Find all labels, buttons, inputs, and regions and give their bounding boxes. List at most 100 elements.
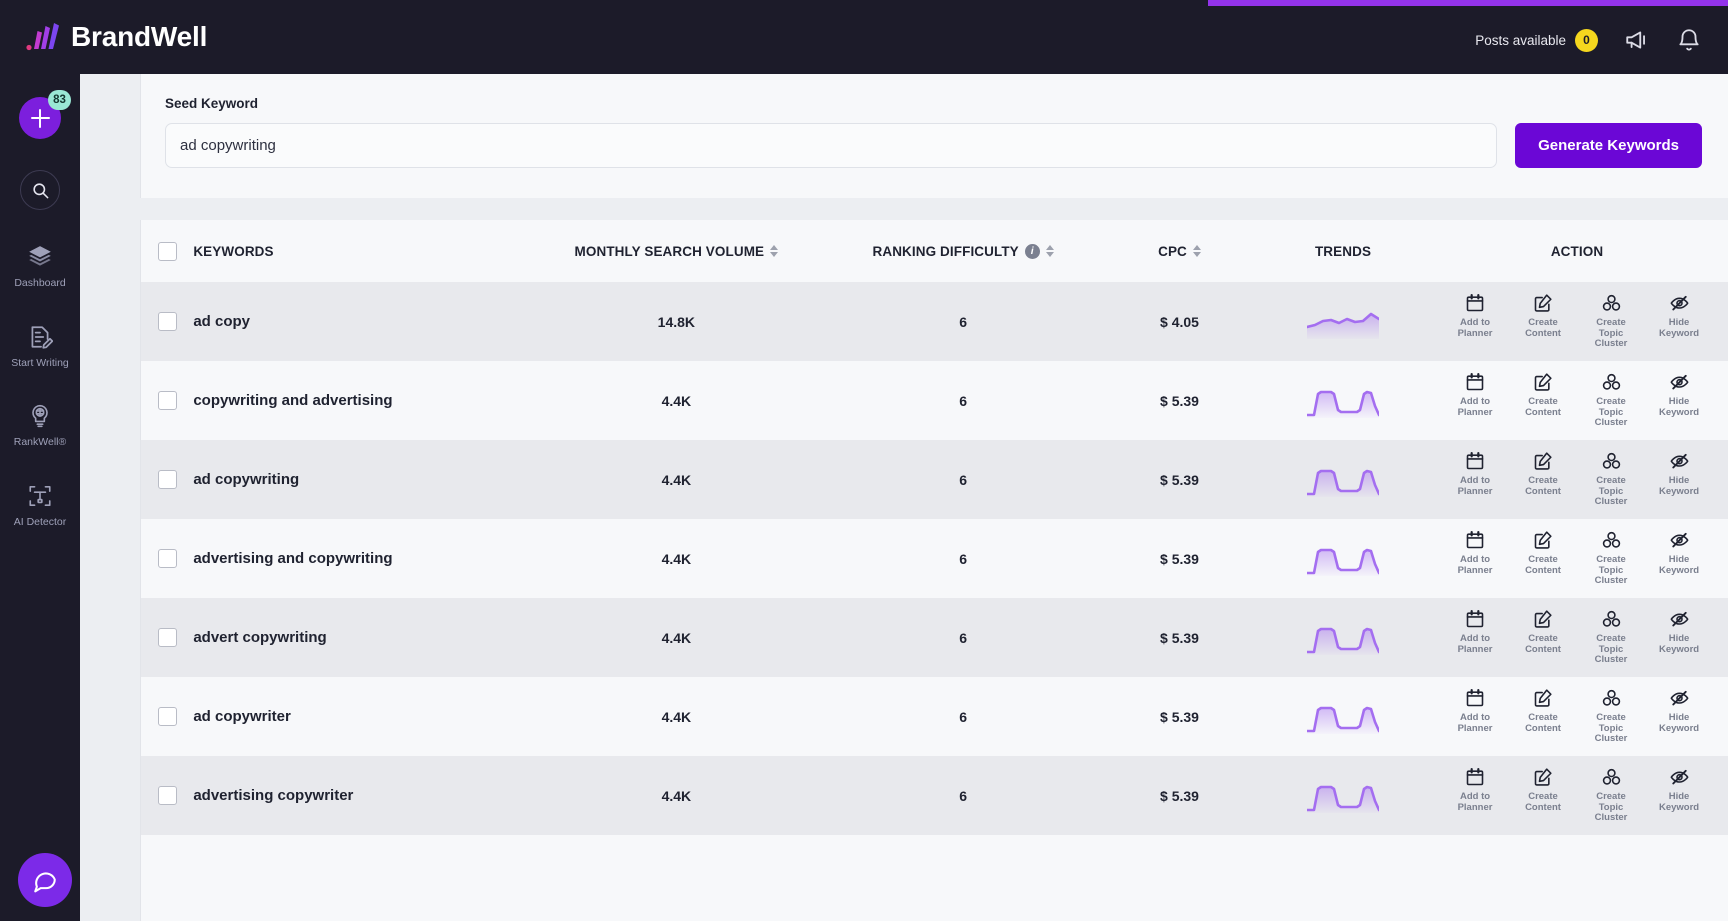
cell-actions: Add to Planner Create Content Create Topic… <box>1426 282 1728 361</box>
brand-name: BrandWell <box>71 21 208 52</box>
action-label: Create Content <box>1525 711 1561 734</box>
action-calendar[interactable]: Add to Planner <box>1449 688 1501 735</box>
action-eye-slash[interactable]: Hide Keyword <box>1653 293 1705 340</box>
action-calendar[interactable]: Add to Planner <box>1449 372 1501 419</box>
row-select-cell <box>141 361 194 440</box>
cell-keyword: advert copywriting <box>193 598 526 677</box>
table-row[interactable]: ad copywriter 4.4K 6 $ 5.39 Add to Planner Cr… <box>141 677 1728 756</box>
action-edit-square[interactable]: Create Content <box>1517 609 1569 656</box>
cell-trend <box>1260 282 1427 361</box>
row-checkbox[interactable] <box>157 707 177 726</box>
action-label: Create Topic Cluster <box>1594 395 1628 429</box>
sidebar-search-button[interactable] <box>20 170 60 210</box>
trend-sparkline <box>1307 390 1380 418</box>
action-label: Create Topic Cluster <box>1594 316 1628 350</box>
brand[interactable]: BrandWell <box>26 21 207 53</box>
bell-icon[interactable] <box>1676 27 1702 53</box>
topic-cluster-icon <box>1601 688 1622 708</box>
sidebar-item-ai-detector[interactable]: AI Detector <box>0 483 80 529</box>
action-edit-square[interactable]: Create Content <box>1517 372 1569 419</box>
column-header-difficulty[interactable]: RANKING DIFFICULTY i <box>827 220 1099 282</box>
row-checkbox[interactable] <box>157 312 177 331</box>
action-calendar[interactable]: Add to Planner <box>1449 451 1501 498</box>
cell-actions: Add to Planner Create Content Create Topic… <box>1426 598 1728 677</box>
cell-actions: Add to Planner Create Content Create Topic… <box>1426 519 1728 598</box>
generate-keywords-button[interactable]: Generate Keywords <box>1515 123 1702 168</box>
calendar-icon <box>1465 530 1485 550</box>
action-topic-cluster[interactable]: Create Topic Cluster <box>1585 451 1637 509</box>
action-eye-slash[interactable]: Hide Keyword <box>1653 688 1705 735</box>
action-eye-slash[interactable]: Hide Keyword <box>1653 530 1705 577</box>
action-calendar[interactable]: Add to Planner <box>1449 609 1501 656</box>
table-row[interactable]: advertising and copywriting 4.4K 6 $ 5.39 Ad… <box>141 519 1728 598</box>
cell-actions: Add to Planner Create Content Create Topic… <box>1426 756 1728 835</box>
action-eye-slash[interactable]: Hide Keyword <box>1653 609 1705 656</box>
action-label: Create Content <box>1525 395 1561 418</box>
action-topic-cluster[interactable]: Create Topic Cluster <box>1585 688 1637 746</box>
trend-sparkline <box>1307 469 1380 497</box>
action-calendar[interactable]: Add to Planner <box>1449 530 1501 577</box>
calendar-icon <box>1465 451 1485 471</box>
action-topic-cluster[interactable]: Create Topic Cluster <box>1585 767 1637 825</box>
action-eye-slash[interactable]: Hide Keyword <box>1653 767 1705 814</box>
cell-cpc: $ 5.39 <box>1099 519 1260 598</box>
cell-volume: 4.4K <box>525 598 828 677</box>
action-edit-square[interactable]: Create Content <box>1517 451 1569 498</box>
megaphone-icon[interactable] <box>1624 27 1650 53</box>
row-checkbox[interactable] <box>157 628 177 647</box>
info-icon[interactable]: i <box>1024 243 1040 259</box>
cell-difficulty: 6 <box>827 440 1099 519</box>
action-edit-square[interactable]: Create Content <box>1517 688 1569 735</box>
action-eye-slash[interactable]: Hide Keyword <box>1653 372 1705 419</box>
row-checkbox[interactable] <box>157 391 177 410</box>
action-topic-cluster[interactable]: Create Topic Cluster <box>1585 530 1637 588</box>
table-row[interactable]: copywriting and advertising 4.4K 6 $ 5.39 Ad… <box>141 361 1728 440</box>
sidebar: 83 Dashboard Start Writing RankWell® AI … <box>0 74 80 921</box>
chat-bubble-button[interactable] <box>18 853 72 907</box>
row-checkbox[interactable] <box>157 786 177 805</box>
action-label: Add to Planner <box>1457 632 1493 655</box>
table-row[interactable]: ad copy 14.8K 6 $ 4.05 Add to Planner Create … <box>141 282 1728 361</box>
action-edit-square[interactable]: Create Content <box>1517 293 1569 340</box>
cell-trend <box>1260 677 1427 756</box>
row-select-cell <box>141 598 194 677</box>
column-header-cpc[interactable]: CPC <box>1099 220 1260 282</box>
select-all-checkbox[interactable] <box>157 241 177 261</box>
row-checkbox[interactable] <box>157 549 177 568</box>
action-calendar[interactable]: Add to Planner <box>1449 293 1501 340</box>
column-header-volume[interactable]: MONTHLY SEARCH VOLUME <box>525 220 828 282</box>
posts-available: Posts available 0 <box>1475 28 1598 52</box>
sort-icon[interactable] <box>770 245 779 257</box>
action-label: Add to Planner <box>1457 316 1493 339</box>
sort-icon[interactable] <box>1045 245 1054 257</box>
cell-keyword: advertising and copywriting <box>193 519 526 598</box>
action-eye-slash[interactable]: Hide Keyword <box>1653 451 1705 498</box>
sidebar-item-rankwell[interactable]: RankWell® <box>0 403 80 449</box>
action-edit-square[interactable]: Create Content <box>1517 767 1569 814</box>
action-label: Hide Keyword <box>1658 632 1700 655</box>
topic-cluster-icon <box>1601 451 1622 471</box>
column-header-keywords[interactable]: KEYWORDS <box>193 220 526 282</box>
sidebar-item-dashboard[interactable]: Dashboard <box>0 244 80 290</box>
sort-icon[interactable] <box>1192 245 1201 257</box>
table-row[interactable]: advertising copywriter 4.4K 6 $ 5.39 Add to … <box>141 756 1728 835</box>
action-label: Hide Keyword <box>1658 474 1700 497</box>
sidebar-item-start-writing[interactable]: Start Writing <box>0 324 80 370</box>
row-checkbox[interactable] <box>157 470 177 489</box>
cell-volume: 4.4K <box>525 440 828 519</box>
cell-actions: Add to Planner Create Content Create Topic… <box>1426 440 1728 519</box>
eye-slash-icon <box>1669 609 1690 629</box>
cell-difficulty: 6 <box>827 677 1099 756</box>
action-edit-square[interactable]: Create Content <box>1517 530 1569 577</box>
action-topic-cluster[interactable]: Create Topic Cluster <box>1585 372 1637 430</box>
action-label: Create Content <box>1525 553 1561 576</box>
seed-keyword-input[interactable] <box>165 123 1498 168</box>
cell-volume: 14.8K <box>525 282 828 361</box>
cell-difficulty: 6 <box>827 756 1099 835</box>
action-topic-cluster[interactable]: Create Topic Cluster <box>1585 609 1637 667</box>
action-calendar[interactable]: Add to Planner <box>1449 767 1501 814</box>
table-row[interactable]: ad copywriting 4.4K 6 $ 5.39 Add to Planner C… <box>141 440 1728 519</box>
action-topic-cluster[interactable]: Create Topic Cluster <box>1585 293 1637 351</box>
action-label: Create Content <box>1525 632 1561 655</box>
table-row[interactable]: advert copywriting 4.4K 6 $ 5.39 Add to Plan… <box>141 598 1728 677</box>
